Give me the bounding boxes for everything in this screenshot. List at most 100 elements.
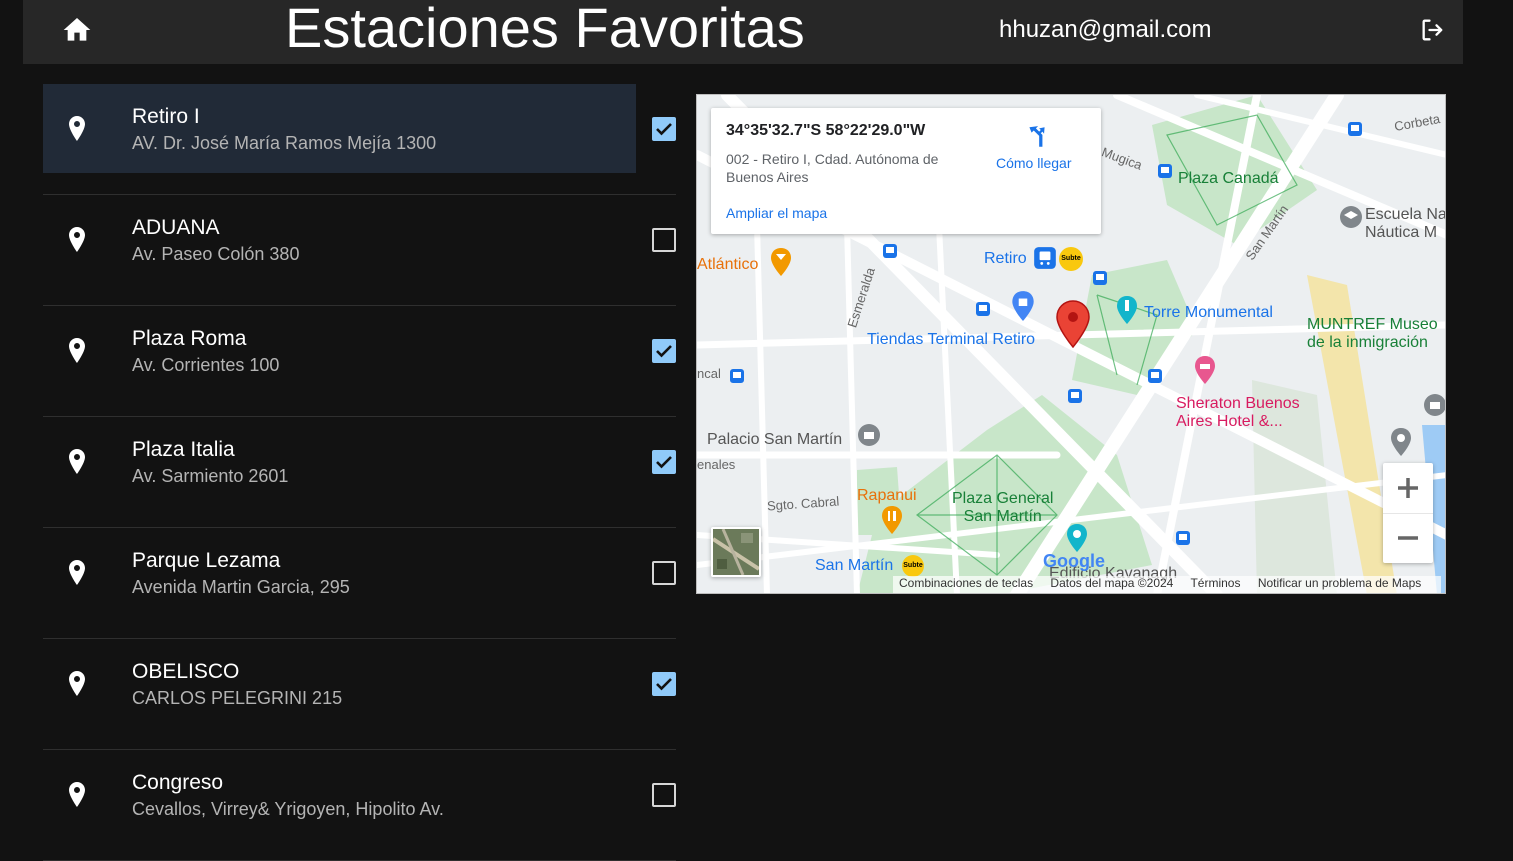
bus-stop-icon [883, 244, 897, 258]
map-label-plaza-canada: Plaza Canadá [1178, 170, 1279, 187]
zoom-controls [1383, 463, 1433, 563]
bus-stop-icon [1093, 271, 1107, 285]
map-label-san-martin: San Martín [815, 557, 894, 574]
bus-stop-icon [1068, 389, 1082, 403]
station-item-congreso[interactable]: Congreso Cevallos, Virrey& Yrigoyen, Hip… [43, 750, 676, 861]
subte-badge: Subte [1059, 247, 1083, 271]
station-address: Av. Corrientes 100 [132, 355, 280, 375]
check-icon [656, 456, 672, 469]
subte-badge: Subte [902, 555, 924, 577]
station-item-retiro-i[interactable]: Retiro I AV. Dr. José María Ramos Mejía … [43, 84, 676, 195]
station-address: CARLOS PELEGRINI 215 [132, 688, 343, 708]
enlarge-map-link[interactable]: Ampliar el mapa [726, 205, 827, 221]
user-email: hhuzan@gmail.com [999, 16, 1212, 43]
logout-icon [1422, 19, 1443, 41]
museum-poi-icon [1424, 394, 1445, 416]
directions-icon[interactable] [1024, 124, 1050, 150]
bus-stop-icon [1176, 531, 1190, 545]
home-button[interactable] [61, 14, 93, 46]
coordinates: 34°35'32.7"S 58°22'29.0"W [726, 122, 926, 139]
station-item-plaza-roma[interactable]: Plaza Roma Av. Corrientes 100 [43, 306, 676, 417]
station-address: Avenida Martin Garcia, 295 [132, 577, 350, 597]
place-poi-icon [1391, 428, 1411, 456]
camera-poi-icon [1067, 524, 1087, 552]
location-pin-icon [69, 338, 85, 363]
station-item-obelisco[interactable]: OBELISCO CARLOS PELEGRINI 215 [43, 639, 676, 750]
zoom-out-button[interactable] [1383, 513, 1433, 563]
map-attribution: Combinaciones de teclas Datos del mapa ©… [893, 576, 1442, 593]
station-address: AV. Dr. José María Ramos Mejía 1300 [132, 133, 437, 153]
monument-poi-icon [1117, 296, 1137, 324]
bar-poi-icon [771, 248, 791, 276]
station-name: Retiro I [132, 105, 200, 128]
location-pin-icon [69, 227, 85, 252]
location-pin-icon [69, 560, 85, 585]
google-logo: Google [1043, 551, 1105, 571]
bus-stop-icon [730, 369, 744, 383]
map-data-credit: Datos del mapa ©2024 [1050, 576, 1174, 590]
map-label-sheraton: Sheraton Buenos Aires Hotel &... [1176, 395, 1300, 430]
location-pin-icon [69, 671, 85, 696]
shopping-poi-icon [1012, 291, 1034, 321]
bus-stop-icon [1348, 122, 1362, 136]
map-label-ncal: ncal [697, 366, 721, 381]
bus-stop-icon [1148, 369, 1162, 383]
map-label-atlantico: Atlántico [697, 256, 759, 273]
map-label-plaza-general: Plaza General San Martín [952, 490, 1054, 525]
map-label-tiendas: Tiendas Terminal Retiro [867, 331, 1036, 348]
favorite-checkbox[interactable] [652, 783, 676, 807]
top-app-bar: Estaciones Favoritas hhuzan@gmail.com [23, 0, 1463, 64]
check-icon [656, 678, 672, 691]
station-name: ADUANA [132, 216, 220, 239]
station-name: Parque Lezama [132, 549, 281, 572]
check-icon [656, 345, 672, 358]
station-item-parque-lezama[interactable]: Parque Lezama Avenida Martin Garcia, 295 [43, 528, 676, 639]
location-pin-icon [69, 782, 85, 807]
favorite-checkbox[interactable] [652, 228, 676, 252]
keyboard-shortcuts-link[interactable]: Combinaciones de teclas [899, 576, 1033, 590]
map-info-card: 34°35'32.7"S 58°22'29.0"W 002 - Retiro I… [711, 108, 1101, 234]
terms-link[interactable]: Términos [1190, 576, 1240, 590]
favorite-checkbox[interactable] [652, 117, 676, 141]
bus-stop-icon [976, 302, 990, 316]
station-item-plaza-italia[interactable]: Plaza Italia Av. Sarmiento 2601 [43, 417, 676, 528]
map-label-retiro: Retiro [984, 250, 1027, 267]
zoom-in-button[interactable] [1383, 463, 1433, 514]
map-label-muntref: MUNTREF Museo de la inmigración [1307, 316, 1438, 351]
page-title: Estaciones Favoritas [285, 0, 805, 59]
station-address: Cevallos, Virrey& Yrigoyen, Hipolito Av. [132, 799, 444, 819]
satellite-thumbnail [713, 529, 759, 575]
station-item-aduana[interactable]: ADUANA Av. Paseo Colón 380 [43, 195, 676, 306]
map-label-palacio: Palacio San Martín [707, 431, 843, 448]
plus-icon [1398, 478, 1418, 498]
minus-icon [1398, 536, 1418, 540]
station-name: OBELISCO [132, 660, 240, 683]
favorite-checkbox[interactable] [652, 561, 676, 585]
map-embed[interactable]: Subte Subte Retiro Atlántico Tiendas Ter… [696, 94, 1446, 594]
hotel-poi-icon [1195, 356, 1215, 384]
satellite-view-toggle[interactable] [711, 527, 761, 577]
directions-link[interactable]: Cómo llegar [996, 155, 1071, 171]
location-pin-icon [69, 449, 85, 474]
place-address: 002 - Retiro I, Cdad. Autónoma de Buenos… [726, 151, 939, 185]
station-name: Plaza Roma [132, 327, 247, 350]
favorite-checkbox[interactable] [652, 339, 676, 363]
bus-stop-icon [1158, 164, 1172, 178]
location-pin-icon [69, 116, 85, 141]
favorite-checkbox[interactable] [652, 672, 676, 696]
map-label-rapanui: Rapanui [857, 487, 917, 504]
station-name: Congreso [132, 771, 224, 794]
report-problem-link[interactable]: Notificar un problema de Maps [1258, 576, 1421, 590]
map-label-torre: Torre Monumental [1144, 304, 1273, 321]
station-address: Av. Paseo Colón 380 [132, 244, 300, 264]
map-label-escuela: Escuela Na Náutica M [1365, 206, 1446, 241]
home-icon [63, 18, 91, 41]
stations-list: Retiro I AV. Dr. José María Ramos Mejía … [43, 84, 676, 861]
logout-button[interactable] [1419, 16, 1447, 44]
map-label-enales: enales [697, 457, 736, 472]
favorite-checkbox[interactable] [652, 450, 676, 474]
museum-poi-icon [858, 424, 880, 446]
check-icon [656, 123, 672, 136]
map-marker-icon [1056, 300, 1090, 348]
restaurant-poi-icon [882, 506, 902, 534]
